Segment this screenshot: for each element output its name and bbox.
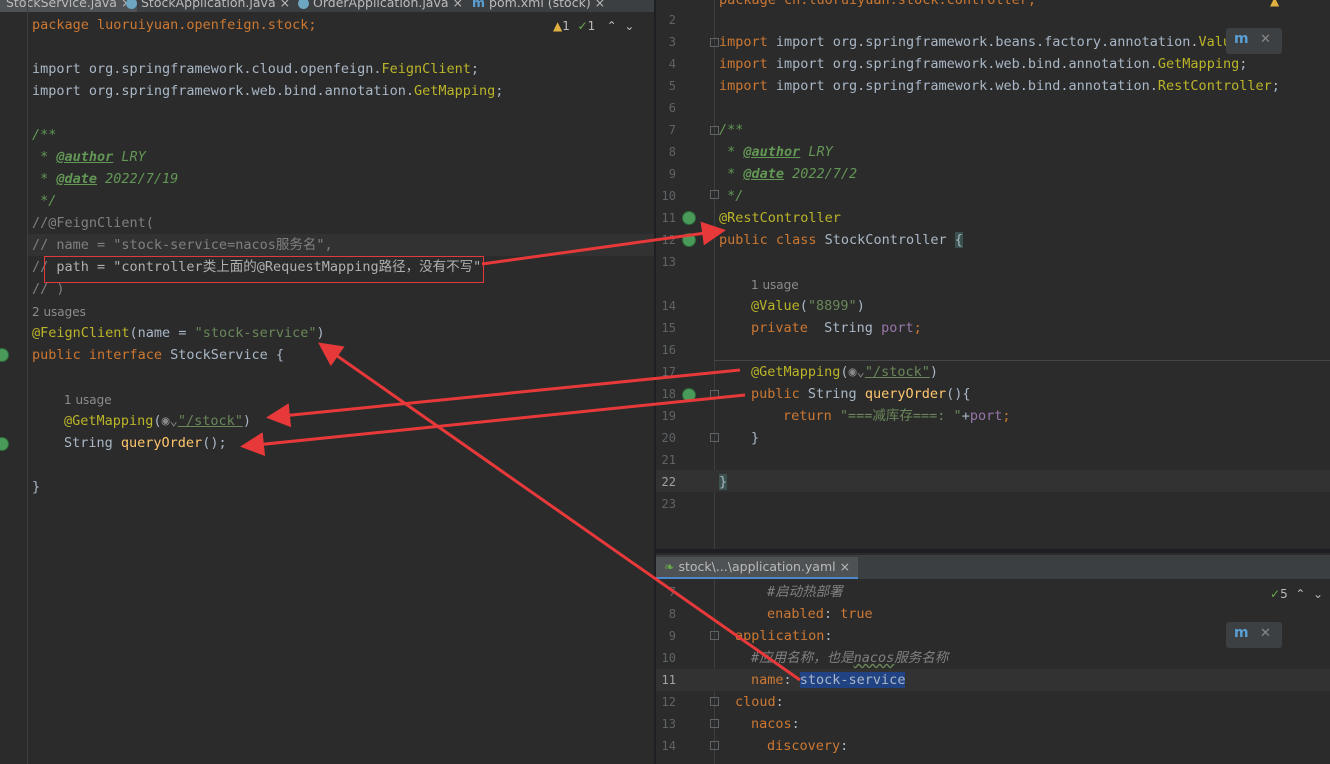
tab-stockservice[interactable]: StockService.java ×	[0, 0, 138, 12]
code-line[interactable]: }	[0, 476, 654, 498]
code-line[interactable]: 7/**	[656, 119, 1330, 141]
fold-icon[interactable]	[710, 741, 719, 750]
code-line[interactable]: 12 public class StockController {	[656, 229, 1330, 251]
code-line[interactable]: 4 import import org.springframework.web.b…	[656, 53, 1330, 75]
code-line[interactable]: public interface StockService {	[0, 344, 654, 366]
usages-hint[interactable]: 1 usage	[656, 274, 1330, 296]
globe-icon: ◉⌄	[848, 364, 865, 380]
code-line[interactable]: // name = "stock-service=nacos服务名",	[0, 234, 654, 256]
left-editor-pane[interactable]: StockService.java × StockApplication.jav…	[0, 0, 654, 764]
fold-icon[interactable]	[710, 433, 719, 442]
spring-leaf-icon: ❧	[664, 559, 675, 574]
code-line[interactable]: 8 enabled: true	[656, 603, 1330, 625]
fold-icon[interactable]	[710, 38, 719, 47]
code-line[interactable]: 7 #启动热部署	[656, 581, 1330, 603]
chevron-up-icon[interactable]: ⌃	[1287, 0, 1297, 8]
code-line[interactable]: String queryOrder();	[0, 432, 654, 454]
code-line[interactable]: 14 @Value("8899")	[656, 295, 1330, 317]
code-line[interactable]: 15 private String port;	[656, 317, 1330, 339]
code-line[interactable]: 11 @RestController	[656, 207, 1330, 229]
code-line[interactable]: 13 nacos:	[656, 713, 1330, 735]
code-line[interactable]: 14 discovery:	[656, 735, 1330, 757]
fold-icon[interactable]	[710, 126, 719, 135]
spring-bean-gutter-icon[interactable]	[682, 233, 696, 247]
code-line[interactable]: 20}	[656, 427, 1330, 449]
warning-icon: ▲	[1270, 0, 1280, 8]
java-class-icon	[298, 0, 309, 9]
usages-hint[interactable]: 1 usage	[0, 389, 654, 411]
tab-application-yaml[interactable]: ❧ stock\...\application.yaml ×	[656, 557, 859, 579]
code-line[interactable]: //@FeignClient(	[0, 212, 654, 234]
gutter-divider	[27, 0, 28, 764]
code-line[interactable]: 10 #应用名称，也是nacos服务名称	[656, 647, 1330, 669]
tab-orderapplication[interactable]: OrderApplication.java ×	[292, 0, 469, 12]
fold-icon[interactable]	[710, 697, 719, 706]
code-line[interactable]: 9 * @date 2022/7/2	[656, 163, 1330, 185]
code-line[interactable]: 5 import import org.springframework.web.b…	[656, 75, 1330, 97]
code-line[interactable]: * @author LRY	[0, 146, 654, 168]
maven-icon: m	[472, 0, 486, 10]
code-line[interactable]: 10 */	[656, 185, 1330, 207]
maven-icon: m	[1234, 31, 1249, 47]
code-line[interactable]: 9 application:	[656, 625, 1330, 647]
code-line[interactable]: import org.springframework.cloud.openfei…	[0, 58, 654, 80]
close-icon[interactable]: ×	[840, 559, 850, 574]
editor-tab-bar: StockService.java × StockApplication.jav…	[0, 0, 654, 12]
line-number-row: 23	[661, 497, 676, 511]
code-line[interactable]: 8 * @author LRY	[656, 141, 1330, 163]
highlight-box	[44, 256, 484, 283]
globe-icon: ◉⌄	[161, 413, 178, 429]
fold-icon[interactable]	[710, 190, 719, 199]
tab-pom[interactable]: m pom.xml (stock) ×	[466, 0, 611, 12]
code-line[interactable]: package luoruiyuan.openfeign.stock;	[0, 14, 654, 36]
code-line[interactable]: 18 public String queryOrder(){	[656, 383, 1330, 405]
yaml-tab-bar: ❧ stock\...\application.yaml ×	[656, 555, 1330, 579]
code-line[interactable]: 22}	[656, 471, 1330, 493]
close-icon[interactable]: ✕	[1260, 32, 1271, 47]
pane-splitter-horizontal[interactable]	[656, 549, 1330, 553]
code-line[interactable]: /**	[0, 124, 654, 146]
line-number-row: 21	[661, 453, 676, 467]
java-class-icon	[126, 0, 137, 9]
code-line[interactable]: @FeignClient(name = "stock-service")	[0, 322, 654, 344]
right-editor-pane[interactable]: package cn.luoruiyuan.stock.controller; …	[656, 0, 1330, 549]
yaml-editor-pane[interactable]: ❧ stock\...\application.yaml × ✓5 ⌃ ⌄ m ✕…	[656, 549, 1330, 764]
maven-reload-button[interactable]: m ✕	[1226, 28, 1282, 54]
line-number-row: 13	[661, 255, 676, 269]
spring-bean-gutter-icon[interactable]	[682, 211, 696, 225]
code-line[interactable]: import org.springframework.web.bind.anno…	[0, 80, 654, 102]
line-number-row: 16	[661, 343, 676, 357]
code-line[interactable]: 17 @GetMapping(◉⌄"/stock")	[656, 361, 1330, 383]
inspection-status[interactable]: ▲ ⌃	[1270, 0, 1297, 8]
fold-icon[interactable]	[710, 719, 719, 728]
line-number-row: 6	[668, 101, 676, 115]
code-line[interactable]: 19 return "===减库存===: "+port;	[656, 405, 1330, 427]
spring-bean-gutter-icon[interactable]	[682, 388, 696, 402]
code-line[interactable]: * @date 2022/7/19	[0, 168, 654, 190]
code-line[interactable]: */	[0, 190, 654, 212]
tab-stockapplication[interactable]: StockApplication.java ×	[120, 0, 296, 12]
code-line[interactable]: @GetMapping(◉⌄"/stock")	[0, 410, 654, 432]
fold-icon[interactable]	[710, 631, 719, 640]
usages-hint[interactable]: 2 usages	[0, 301, 654, 323]
fold-icon[interactable]	[710, 390, 719, 399]
code-line[interactable]: 12 cloud:	[656, 691, 1330, 713]
code-line[interactable]: 11 name: stock-service	[656, 669, 1330, 691]
